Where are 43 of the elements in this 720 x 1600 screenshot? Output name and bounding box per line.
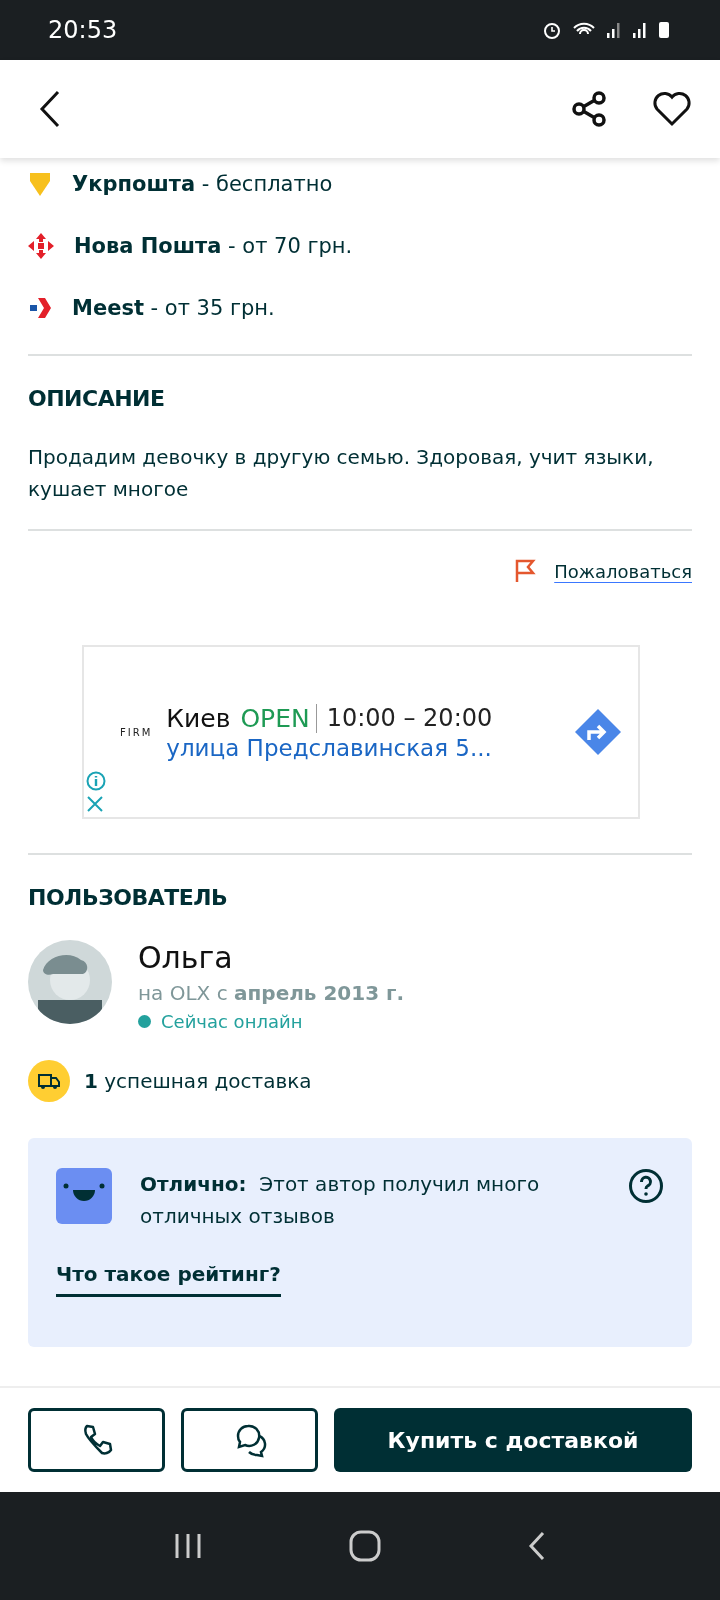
battery-icon [658,21,670,39]
arrows-icon [28,233,54,259]
online-status: Сейчас онлайн [161,1011,303,1032]
open-status: OPEN [240,703,317,733]
close-icon[interactable] [86,795,104,813]
user-name: Ольга [138,940,234,975]
heart-icon[interactable] [652,91,692,127]
signal-icon [606,21,622,39]
pin-icon [28,171,52,197]
directions-icon[interactable] [574,708,622,756]
help-icon[interactable] [628,1168,664,1204]
delivery-count: 1 успешная доставка [84,1069,312,1093]
description-text: Продадим девочку в другую семью. Здоровая, учит языки, кушает многое [28,444,655,503]
flag-icon[interactable] [514,559,537,583]
shipping-option: Укрпошта - бесплатно [72,172,333,196]
chevron-icon [28,296,52,320]
shipping-option: Нова Пошта - от 70 грн. [74,234,353,258]
back-icon[interactable] [38,90,62,128]
buy-button[interactable]: Купить с доставкой [334,1408,692,1472]
section-heading: ПОЛЬЗОВАТЕЛЬ [28,885,229,910]
share-icon[interactable] [570,90,608,128]
ad-city: Киев [166,703,231,733]
call-button[interactable] [28,1408,165,1472]
back-icon[interactable] [527,1531,547,1561]
truck-icon [28,1060,70,1102]
ad-banner[interactable]: FIRM Киев OPEN 10:00 – 20:00 улица Предславинская 5... [82,645,640,819]
report-link[interactable]: Пожаловаться [554,560,692,582]
signal-icon [632,21,648,39]
home-icon[interactable] [349,1530,381,1562]
smiley-icon [56,1168,112,1224]
rating-link[interactable]: Что такое рейтинг? [56,1262,281,1297]
shipping-option: Meest - от 35 грн. [72,296,275,320]
rating-text: Отлично: Этот автор получил много отличных отзывов [140,1171,541,1230]
ad-logo: FIRM [120,726,153,738]
status-time: 20:53 [48,16,118,44]
chat-button[interactable] [181,1408,318,1472]
info-icon[interactable] [86,771,106,791]
ad-address: улица Предславинская 5... [166,734,493,761]
member-since: на OLX с апрель 2013 г. [138,981,405,1005]
section-heading: ОПИСАНИЕ [28,386,166,411]
recents-icon[interactable] [173,1531,203,1561]
alarm-icon [542,20,562,40]
opening-hours: 10:00 – 20:00 [326,704,493,732]
